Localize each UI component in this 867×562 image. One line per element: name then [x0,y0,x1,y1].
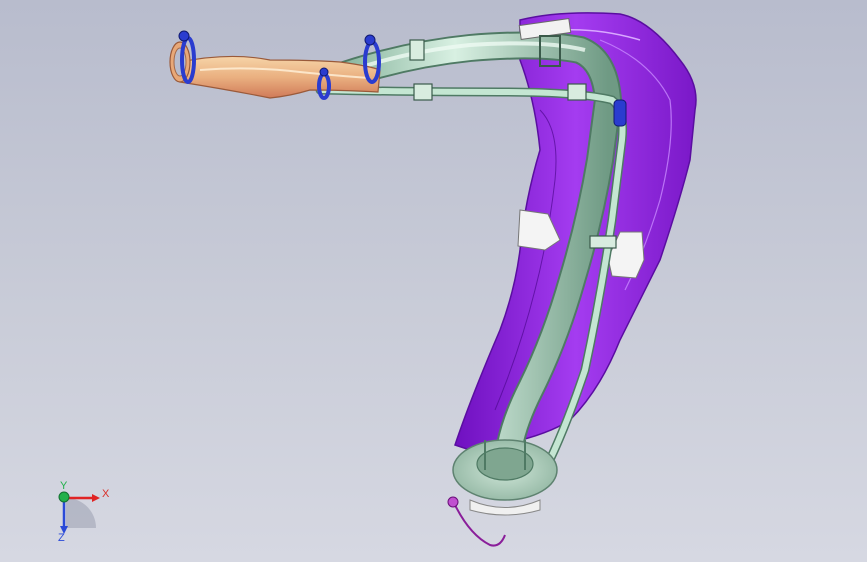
orientation-triad [58,491,100,534]
triad-quadrant [66,498,96,528]
3d-viewport[interactable]: X Y Z [0,0,867,562]
z-axis-label: Z [58,532,65,544]
y-axis-dot [58,491,70,503]
x-axis-arrowhead [92,494,100,502]
y-axis-label: Y [60,480,68,492]
x-axis-label: X [102,488,110,500]
